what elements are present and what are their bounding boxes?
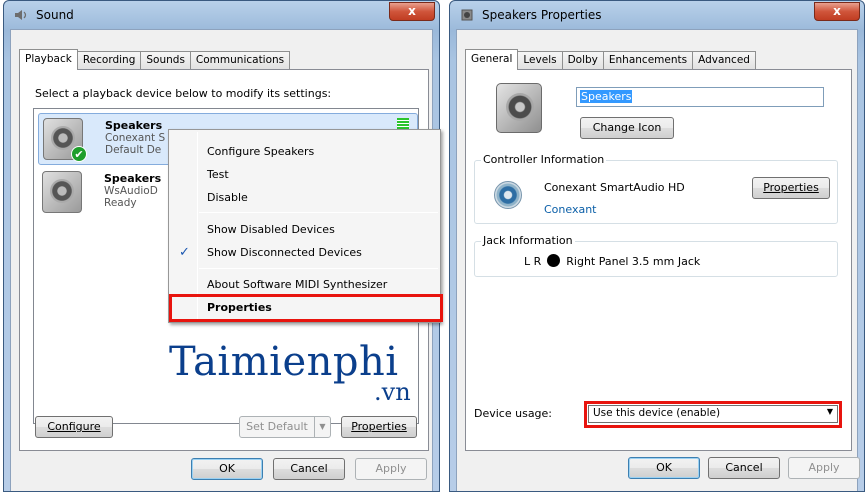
device-status: Default De [105, 144, 162, 156]
sound-tabs: Playback Recording Sounds Communications [19, 49, 291, 70]
close-button[interactable]: x [814, 2, 860, 21]
properties-tabs: General Levels Dolby Enhancements Advanc… [465, 49, 756, 70]
device-status: Ready [104, 197, 137, 209]
menu-item-about-midi[interactable]: About Software MIDI Synthesizer [207, 278, 387, 291]
tab-communications[interactable]: Communications [189, 51, 291, 70]
device-driver: WsAudioD [104, 185, 158, 197]
jack-description: Right Panel 3.5 mm Jack [566, 255, 701, 268]
menu-separator [199, 268, 438, 269]
device-name: Speakers [105, 119, 163, 132]
menu-item-configure-speakers[interactable]: Configure Speakers [207, 145, 314, 158]
dropdown-arrow-icon: ▼ [314, 417, 330, 437]
window-title: Speakers Properties [482, 8, 602, 22]
menu-gutter [197, 132, 198, 320]
tab-advanced[interactable]: Advanced [692, 51, 756, 70]
device-name-input[interactable]: Speakers [576, 87, 824, 107]
menu-item-show-disabled[interactable]: Show Disabled Devices [207, 223, 335, 236]
apply-button[interactable]: Apply [355, 458, 427, 480]
sound-titlebar[interactable]: Sound x [4, 1, 439, 29]
menu-separator [199, 212, 438, 213]
properties-label: Properties [763, 181, 819, 194]
audio-controller-icon [494, 181, 522, 209]
device-usage-label: Device usage: [474, 407, 553, 420]
controller-name: Conexant SmartAudio HD [544, 181, 685, 194]
highlight-properties-menu [169, 294, 443, 322]
watermark-logo: Taimienphi [169, 339, 399, 385]
properties-titlebar[interactable]: Speakers Properties x [450, 1, 864, 29]
highlight-device-usage [584, 401, 842, 428]
tab-recording[interactable]: Recording [76, 51, 142, 70]
apply-button[interactable]: Apply [788, 457, 860, 479]
speaker-icon [15, 10, 27, 20]
tab-general[interactable]: General [465, 49, 519, 70]
jack-channels: L R [524, 255, 542, 268]
menu-item-test[interactable]: Test [207, 168, 229, 181]
tab-enhancements[interactable]: Enhancements [602, 51, 694, 70]
watermark-suffix: .vn [374, 378, 411, 406]
instruction-text: Select a playback device below to modify… [35, 87, 332, 100]
tab-levels[interactable]: Levels [517, 51, 563, 70]
close-button[interactable]: x [389, 2, 435, 21]
speakers-properties-window: Speakers Properties x General Levels Dol… [449, 0, 865, 492]
ok-button[interactable]: OK [628, 457, 700, 479]
checkmark-icon: ✓ [179, 245, 190, 260]
speaker-icon [461, 9, 473, 21]
group-label: Jack Information [481, 234, 575, 247]
device-name: Speakers [104, 172, 162, 185]
group-label: Controller Information [481, 153, 607, 166]
speaker-device-icon [42, 171, 82, 213]
ok-button[interactable]: OK [191, 458, 263, 480]
set-default-button[interactable]: Set Default ▼ [239, 416, 331, 438]
device-driver: Conexant S [105, 132, 166, 144]
device-name-value: Speakers [580, 90, 633, 103]
set-default-label: Set Default [246, 420, 308, 433]
tab-dolby[interactable]: Dolby [561, 51, 604, 70]
change-icon-label: Change Icon [592, 121, 662, 134]
jack-color-icon [547, 254, 561, 267]
cancel-button[interactable]: Cancel [273, 458, 345, 480]
window-title: Sound [36, 8, 74, 22]
properties-label: Properties [351, 420, 407, 433]
jack-info-row: L R Right Panel 3.5 mm Jack [524, 254, 700, 268]
controller-properties-button[interactable]: Properties [752, 177, 830, 199]
properties-button[interactable]: Properties [341, 416, 417, 438]
menu-item-show-disconnected[interactable]: Show Disconnected Devices [207, 246, 362, 259]
change-icon-button[interactable]: Change Icon [580, 117, 674, 139]
tab-sounds[interactable]: Sounds [140, 51, 191, 70]
configure-button[interactable]: Configure [35, 416, 113, 438]
speaker-device-icon [496, 83, 542, 133]
configure-label: Configure [47, 420, 101, 433]
controller-vendor-link[interactable]: Conexant [544, 203, 597, 216]
sound-window: Sound x Playback Recording Sounds Commun… [3, 0, 443, 492]
menu-item-disable[interactable]: Disable [207, 191, 248, 204]
default-check-icon: ✔ [71, 146, 87, 162]
tab-playback[interactable]: Playback [19, 49, 78, 70]
cancel-button[interactable]: Cancel [708, 457, 780, 479]
